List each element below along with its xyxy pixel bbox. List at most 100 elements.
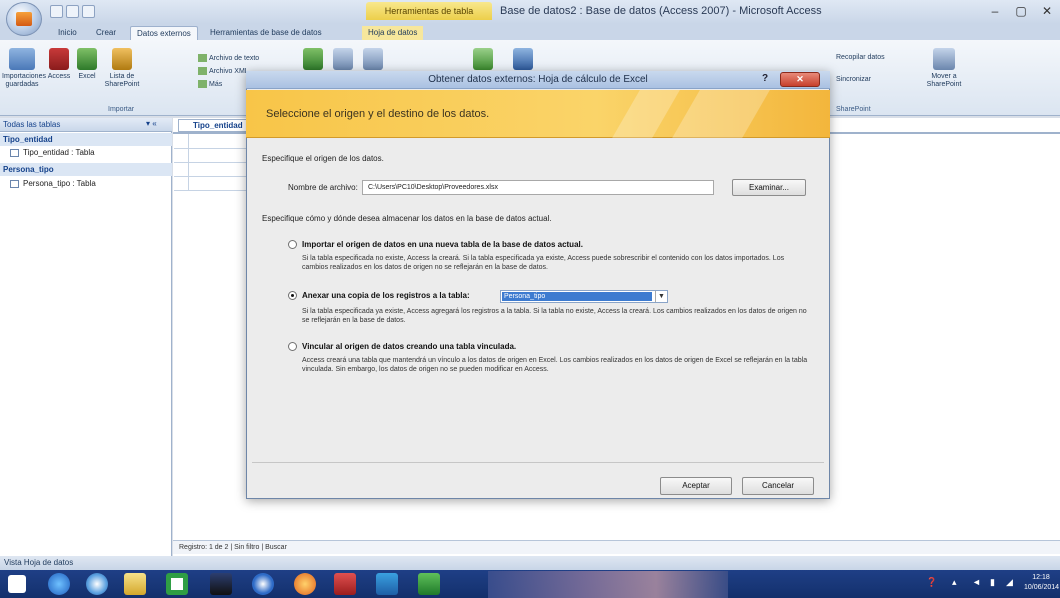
nav-header[interactable]: Todas las tablas ▾ «: [0, 118, 172, 132]
file-explorer-icon[interactable]: [124, 573, 146, 595]
context-tools-label: Herramientas de tabla: [366, 2, 492, 20]
tray-chevron-icon[interactable]: ▴: [952, 577, 957, 588]
option-import-desc: Si la tabla especificada no existe, Acce…: [302, 255, 785, 271]
move-sharepoint-icon: [933, 48, 955, 70]
dialog-banner: Seleccione el origen y el destino de los…: [246, 90, 830, 138]
how-intro: Especifique cómo y dónde desea almacenar…: [262, 214, 552, 223]
move-to-sharepoint-button[interactable]: Mover a SharePoint: [924, 48, 964, 89]
nav-collapse-icon[interactable]: ▾ «: [146, 119, 157, 128]
email-button[interactable]: [470, 48, 496, 73]
option-link-desc: Access creará una tabla que mantendrá un…: [302, 357, 808, 373]
xml-file-import[interactable]: Archivo XML: [198, 67, 249, 75]
sharepoint-import-label: Lista de SharePoint: [104, 73, 140, 88]
table-icon: [10, 148, 19, 157]
access-import-button[interactable]: Access: [46, 48, 72, 81]
sharepoint-import-button[interactable]: Lista de SharePoint: [102, 48, 142, 89]
nav-group-tipo-entidad[interactable]: Tipo_entidad: [0, 133, 172, 146]
nav-item-persona-tipo[interactable]: Persona_tipo : Tabla: [10, 179, 96, 188]
help-tray-icon[interactable]: ❓: [926, 577, 937, 588]
nav-item-tipo-entidad[interactable]: Tipo_entidad : Tabla: [10, 148, 95, 157]
export-excel-icon: [303, 48, 323, 70]
nav-group-label: Persona_tipo: [3, 165, 54, 174]
browse-button[interactable]: Examinar...: [732, 179, 806, 196]
tab-herramientas-bd[interactable]: Herramientas de base de datos: [204, 26, 328, 40]
tab-inicio[interactable]: Inicio: [52, 26, 83, 40]
saved-imports-button[interactable]: Importaciones guardadas: [2, 48, 46, 89]
save-icon[interactable]: [50, 5, 63, 18]
excel-import-label: Excel: [78, 73, 96, 80]
document-tab[interactable]: Tipo_entidad: [178, 119, 248, 132]
window-title: Base de datos2 : Base de datos (Access 2…: [500, 5, 822, 17]
chevron-down-icon[interactable]: ▼: [655, 291, 667, 302]
internet-explorer-icon[interactable]: [48, 573, 70, 595]
browser-icon[interactable]: [86, 573, 108, 595]
tab-hoja-de-datos[interactable]: Hoja de datos: [362, 26, 424, 40]
dialog-close-button[interactable]: ✕: [780, 72, 820, 87]
access-icon: [49, 48, 69, 70]
saved-imports-icon: [9, 48, 35, 70]
move-sharepoint-label: Mover a SharePoint: [926, 73, 962, 88]
status-bar: Vista Hoja de datos: [0, 556, 1060, 570]
saved-imports-label: Importaciones guardadas: [2, 73, 46, 88]
option-link-radio[interactable]: [288, 342, 297, 351]
sync-button[interactable]: Sincronizar: [836, 76, 871, 83]
maximize-button[interactable]: ▢: [1008, 2, 1034, 20]
undo-icon[interactable]: [66, 5, 79, 18]
access-import-label: Access: [47, 73, 71, 80]
nav-group-label: Tipo_entidad: [3, 135, 53, 144]
close-window-button[interactable]: ✕: [1034, 2, 1060, 20]
grid-line: [188, 134, 189, 190]
word-merge-icon: [513, 48, 533, 70]
clock[interactable]: 12:18 10/06/2014: [1024, 573, 1059, 593]
tab-crear[interactable]: Crear: [90, 26, 122, 40]
xml-file-icon: [198, 67, 207, 75]
nav-group-persona-tipo[interactable]: Persona_tipo: [0, 163, 172, 176]
excel-taskbar-icon[interactable]: [418, 573, 440, 595]
option-link-label[interactable]: Vincular al origen de datos creando una …: [302, 342, 516, 351]
minimize-button[interactable]: –: [982, 2, 1008, 20]
export-excel-button[interactable]: [300, 48, 326, 73]
xml-file-label: Archivo XML: [209, 67, 249, 75]
clock-time: 12:18: [1032, 574, 1050, 581]
excel-import-button[interactable]: Excel: [74, 48, 100, 81]
media-icon[interactable]: [210, 573, 232, 595]
nav-item-label: Tipo_entidad : Tabla: [23, 148, 95, 157]
network-icon[interactable]: ◢: [1006, 577, 1013, 588]
option-append-desc: Si la tabla especificada ya existe, Acce…: [302, 308, 807, 324]
word-merge-button[interactable]: [510, 48, 536, 73]
table-select[interactable]: Persona_tipo ▼: [500, 290, 668, 303]
tab-datos-externos[interactable]: Datos externos: [130, 26, 198, 40]
taskbar-preview: [488, 571, 728, 598]
excel-icon: [77, 48, 97, 70]
text-file-import[interactable]: Archivo de texto: [198, 54, 259, 62]
firefox-icon[interactable]: [294, 573, 316, 595]
office-button[interactable]: [6, 2, 42, 36]
access-taskbar-icon[interactable]: [334, 573, 356, 595]
more-icon: [198, 80, 207, 88]
sharepoint-group-label: SharePoint: [836, 106, 871, 113]
text-file-icon: [198, 54, 207, 62]
file-path-input[interactable]: C:\Users\PC10\Desktop\Proveedores.xlsx: [362, 180, 714, 195]
redo-icon[interactable]: [82, 5, 95, 18]
help-icon[interactable]: ?: [754, 73, 776, 87]
volume-icon[interactable]: ◄: [972, 577, 981, 587]
collect-data-button[interactable]: Recopilar datos: [836, 54, 885, 61]
export-rtf-button[interactable]: [360, 48, 386, 73]
sharepoint-icon: [112, 48, 132, 70]
record-navigator[interactable]: Registro: 1 de 2 | Sin filtro | Buscar: [173, 540, 1060, 554]
option-import-radio[interactable]: [288, 240, 297, 249]
dialog-title: Obtener datos externos: Hoja de cálculo …: [428, 74, 648, 85]
option-import-label[interactable]: Importar el origen de datos en una nueva…: [302, 240, 583, 249]
battery-icon[interactable]: ▮: [990, 577, 995, 588]
option-append-radio[interactable]: [288, 291, 297, 300]
import-group-label: Importar: [108, 106, 135, 113]
ok-button[interactable]: Aceptar: [660, 477, 732, 495]
hp-icon[interactable]: [252, 573, 274, 595]
word-taskbar-icon[interactable]: [376, 573, 398, 595]
option-append-label[interactable]: Anexar una copia de los registros a la t…: [302, 291, 470, 300]
windows-start-icon[interactable]: [8, 575, 26, 593]
cancel-button[interactable]: Cancelar: [742, 477, 814, 495]
more-import[interactable]: Más: [198, 80, 222, 88]
export-sharepoint-button[interactable]: [330, 48, 356, 73]
app-icon[interactable]: [166, 573, 188, 595]
